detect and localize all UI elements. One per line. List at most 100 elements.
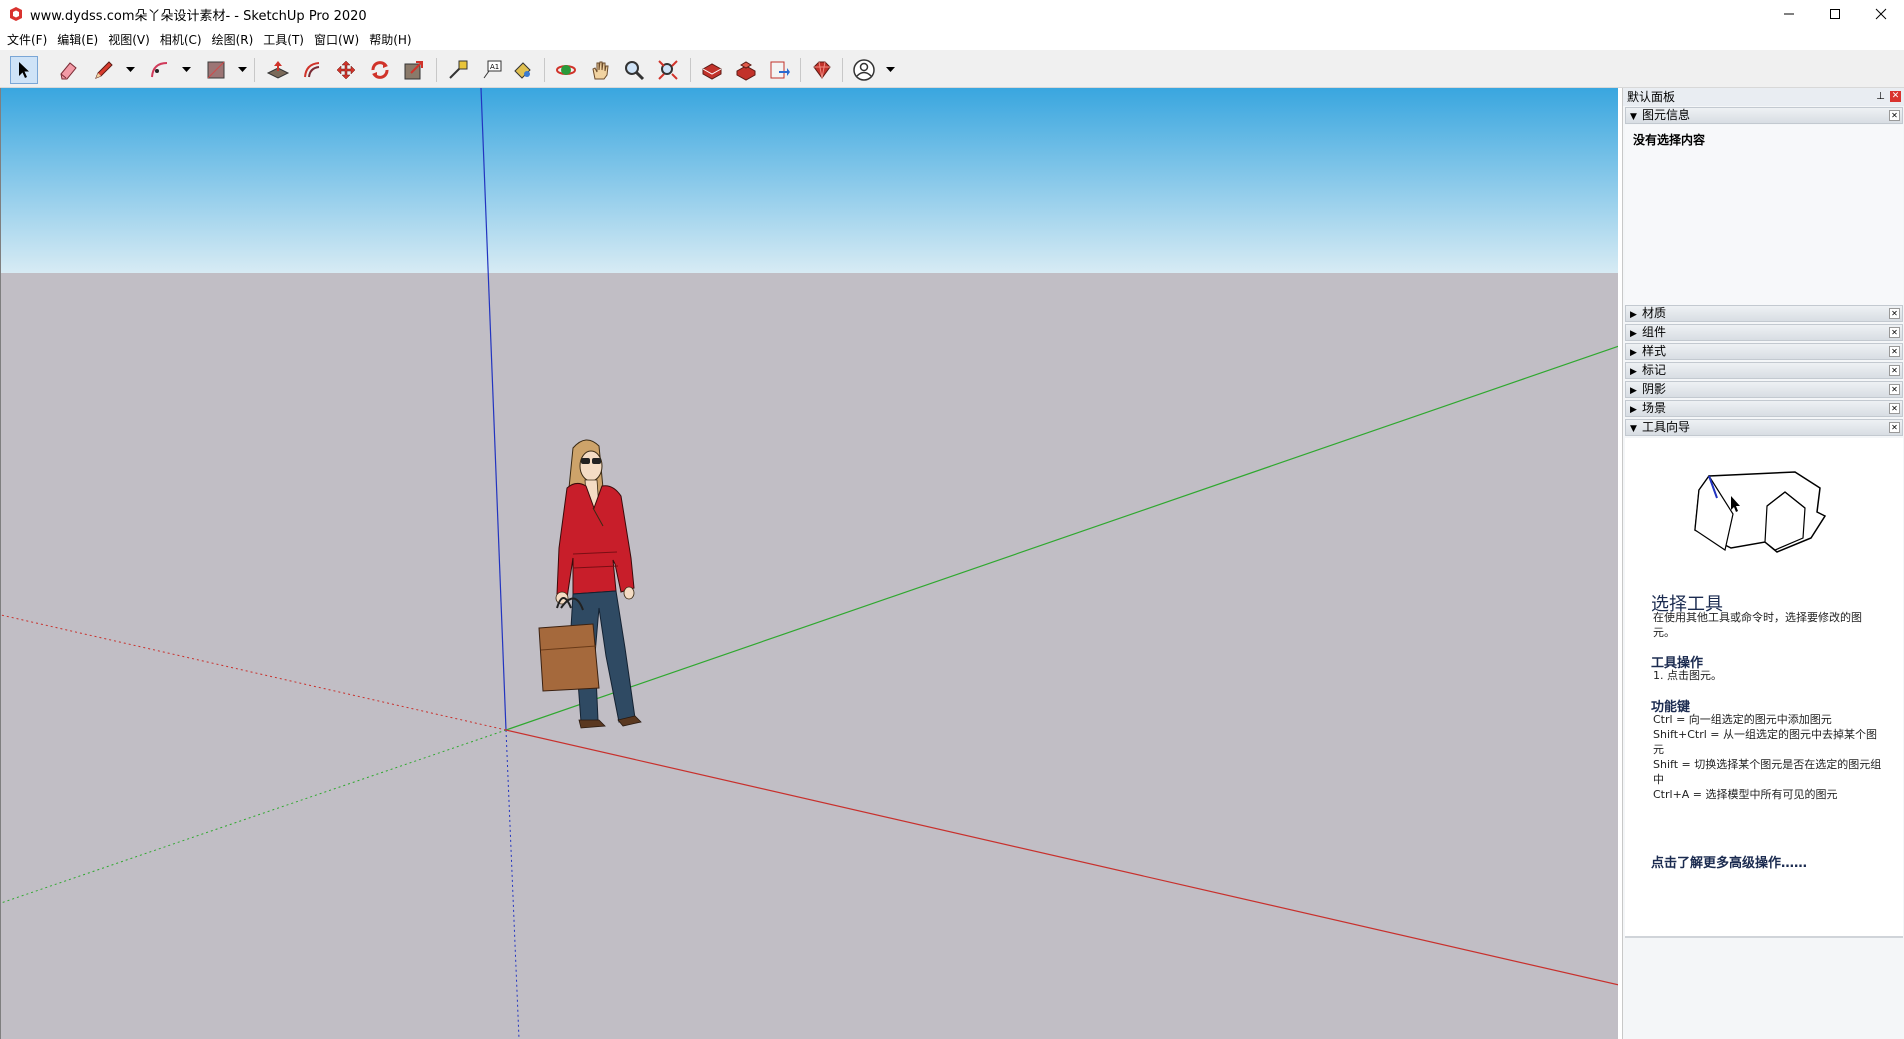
text-tool-icon[interactable]: A1 — [478, 56, 506, 84]
tray-close-icon[interactable]: ✕ — [1889, 346, 1900, 357]
menu-file[interactable]: 文件(F) — [4, 31, 54, 48]
tray-close-icon[interactable]: ✕ — [1889, 110, 1900, 121]
push-pull-tool-icon[interactable] — [264, 56, 292, 84]
tray-close-icon[interactable]: ✕ — [1889, 327, 1900, 338]
arc-tool-dropdown-icon[interactable] — [180, 56, 192, 84]
tray-close-icon[interactable]: ✕ — [1889, 422, 1900, 433]
tray-components[interactable]: ▶ 组件 ✕ — [1625, 324, 1903, 341]
expanded-triangle-icon: ▼ — [1630, 424, 1637, 434]
panel-bottom-area — [1625, 936, 1903, 1039]
pencil-line-tool-icon[interactable] — [90, 56, 118, 84]
tray-label: 场景 — [1642, 401, 1667, 415]
menu-help[interactable]: 帮助(H) — [366, 31, 418, 48]
zoom-extents-tool-icon[interactable] — [654, 56, 682, 84]
paint-bucket-tool-icon[interactable] — [508, 56, 536, 84]
eraser-tool-icon[interactable] — [54, 56, 82, 84]
collapsed-triangle-icon: ▶ — [1630, 386, 1637, 396]
line-tool-dropdown-icon[interactable] — [124, 56, 136, 84]
toolbar-separator — [800, 58, 801, 82]
close-icon[interactable] — [1858, 0, 1904, 28]
instructor-modifiers: Ctrl = 向一组选定的图元中添加图元 Shift+Ctrl = 从一组选定的… — [1653, 712, 1883, 802]
toolbar-separator — [436, 58, 437, 82]
sky — [1, 88, 1618, 273]
pan-tool-icon[interactable] — [586, 56, 614, 84]
tray-close-icon[interactable]: ✕ — [1889, 308, 1900, 319]
select-tool-icon[interactable] — [10, 56, 38, 84]
tray-close-icon[interactable]: ✕ — [1889, 365, 1900, 376]
menu-edit[interactable]: 编辑(E) — [54, 31, 105, 48]
tray-label: 组件 — [1642, 325, 1667, 339]
title-bar: www.dydss.com朵丫朵设计素材- - SketchUp Pro 202… — [0, 0, 1904, 28]
tray-instructor[interactable]: ▼ 工具向导 ✕ — [1625, 419, 1903, 436]
move-tool-icon[interactable] — [332, 56, 360, 84]
tray-tags[interactable]: ▶ 标记 ✕ — [1625, 362, 1903, 379]
orbit-tool-icon[interactable] — [552, 56, 580, 84]
tray-label: 样式 — [1642, 344, 1667, 358]
menu-tools[interactable]: 工具(T) — [260, 31, 311, 48]
zoom-tool-icon[interactable] — [620, 56, 648, 84]
svg-text:A1: A1 — [490, 63, 499, 71]
extension-warehouse-icon[interactable] — [732, 56, 760, 84]
entity-info-content: 没有选择内容 — [1625, 125, 1903, 305]
tray-entity-info[interactable]: ▼ 图元信息 ✕ — [1625, 107, 1903, 124]
expanded-triangle-icon: ▼ — [1630, 112, 1637, 122]
instructor-more-link[interactable]: 点击了解更多高级操作…… — [1651, 852, 1807, 871]
rectangle-tool-dropdown-icon[interactable] — [236, 56, 248, 84]
window-controls — [1766, 0, 1904, 28]
send-to-layout-icon[interactable] — [766, 56, 794, 84]
modifier-line: Shift+Ctrl = 从一组选定的图元中去掉某个图元 — [1653, 728, 1878, 756]
collapsed-triangle-icon: ▶ — [1630, 367, 1637, 377]
tray-label: 材质 — [1642, 306, 1667, 320]
offset-tool-icon[interactable] — [298, 56, 326, 84]
modifier-line: Ctrl+A = 选择模型中所有可见的图元 — [1653, 788, 1838, 801]
tray-styles[interactable]: ▶ 样式 ✕ — [1625, 343, 1903, 360]
tray-label: 工具向导 — [1642, 420, 1691, 434]
toolbar-separator — [254, 58, 255, 82]
large-toolset-toolbar: A1 — [0, 50, 1904, 88]
toolbar-separator — [690, 58, 691, 82]
modifier-line: Ctrl = 向一组选定的图元中添加图元 — [1653, 713, 1832, 726]
rotate-tool-icon[interactable] — [366, 56, 394, 84]
instructor-content: 选择工具 在使用其他工具或命令时，选择要修改的图元。 工具操作 1. 点击图元。… — [1625, 438, 1903, 938]
panel-close-icon[interactable]: ✕ — [1890, 91, 1901, 102]
select-tool-illustration — [1694, 471, 1827, 553]
minimize-icon[interactable] — [1766, 0, 1812, 28]
menu-camera[interactable]: 相机(C) — [157, 31, 209, 48]
scene-canvas[interactable] — [1, 88, 1618, 1039]
tray-shadows[interactable]: ▶ 阴影 ✕ — [1625, 381, 1903, 398]
collapsed-triangle-icon: ▶ — [1630, 329, 1637, 339]
menu-window[interactable]: 窗口(W) — [311, 31, 366, 48]
scale-tool-icon[interactable] — [400, 56, 428, 84]
sketchup-app-icon — [10, 7, 22, 21]
tape-measure-tool-icon[interactable] — [444, 56, 472, 84]
panel-title: 默认面板 — [1627, 90, 1676, 104]
menu-draw[interactable]: 绘图(R) — [209, 31, 261, 48]
tray-scenes[interactable]: ▶ 场景 ✕ — [1625, 400, 1903, 417]
tray-label: 图元信息 — [1642, 108, 1691, 122]
entity-info-status: 没有选择内容 — [1633, 133, 1706, 147]
tray-materials[interactable]: ▶ 材质 ✕ — [1625, 305, 1903, 322]
modeling-viewport[interactable] — [0, 88, 1618, 1039]
tray-close-icon[interactable]: ✕ — [1889, 384, 1900, 395]
extension-manager-icon[interactable] — [808, 56, 836, 84]
modifier-line: Shift = 切换选择某个图元是否在选定的图元组中 — [1653, 758, 1882, 786]
account-icon[interactable] — [850, 56, 878, 84]
3d-warehouse-icon[interactable] — [698, 56, 726, 84]
toolbar-separator — [544, 58, 545, 82]
ground — [1, 273, 1618, 1039]
maximize-icon[interactable] — [1812, 0, 1858, 28]
menu-bar: 文件(F) 编辑(E) 视图(V) 相机(C) 绘图(R) 工具(T) 窗口(W… — [0, 28, 1904, 50]
tray-label: 阴影 — [1642, 382, 1667, 396]
instructor-description: 在使用其他工具或命令时，选择要修改的图元。 — [1653, 611, 1862, 639]
account-dropdown-icon[interactable] — [884, 56, 896, 84]
pin-icon[interactable]: ⊥ — [1875, 91, 1886, 102]
instructor-operations: 1. 点击图元。 — [1653, 669, 1722, 682]
tray-close-icon[interactable]: ✕ — [1889, 403, 1900, 414]
arc-tool-icon[interactable] — [146, 56, 174, 84]
default-tray-panel: 默认面板 ⊥ ✕ ▼ 图元信息 ✕ 没有选择内容 ▶ 材质 ✕ ▶ 组件 ✕ ▶ 样式 … — [1622, 88, 1904, 1039]
collapsed-triangle-icon: ▶ — [1630, 310, 1637, 320]
panel-title-bar: 默认面板 ⊥ ✕ — [1623, 88, 1904, 106]
toolbar-separator — [842, 58, 843, 82]
rectangle-tool-icon[interactable] — [202, 56, 230, 84]
menu-view[interactable]: 视图(V) — [105, 31, 157, 48]
